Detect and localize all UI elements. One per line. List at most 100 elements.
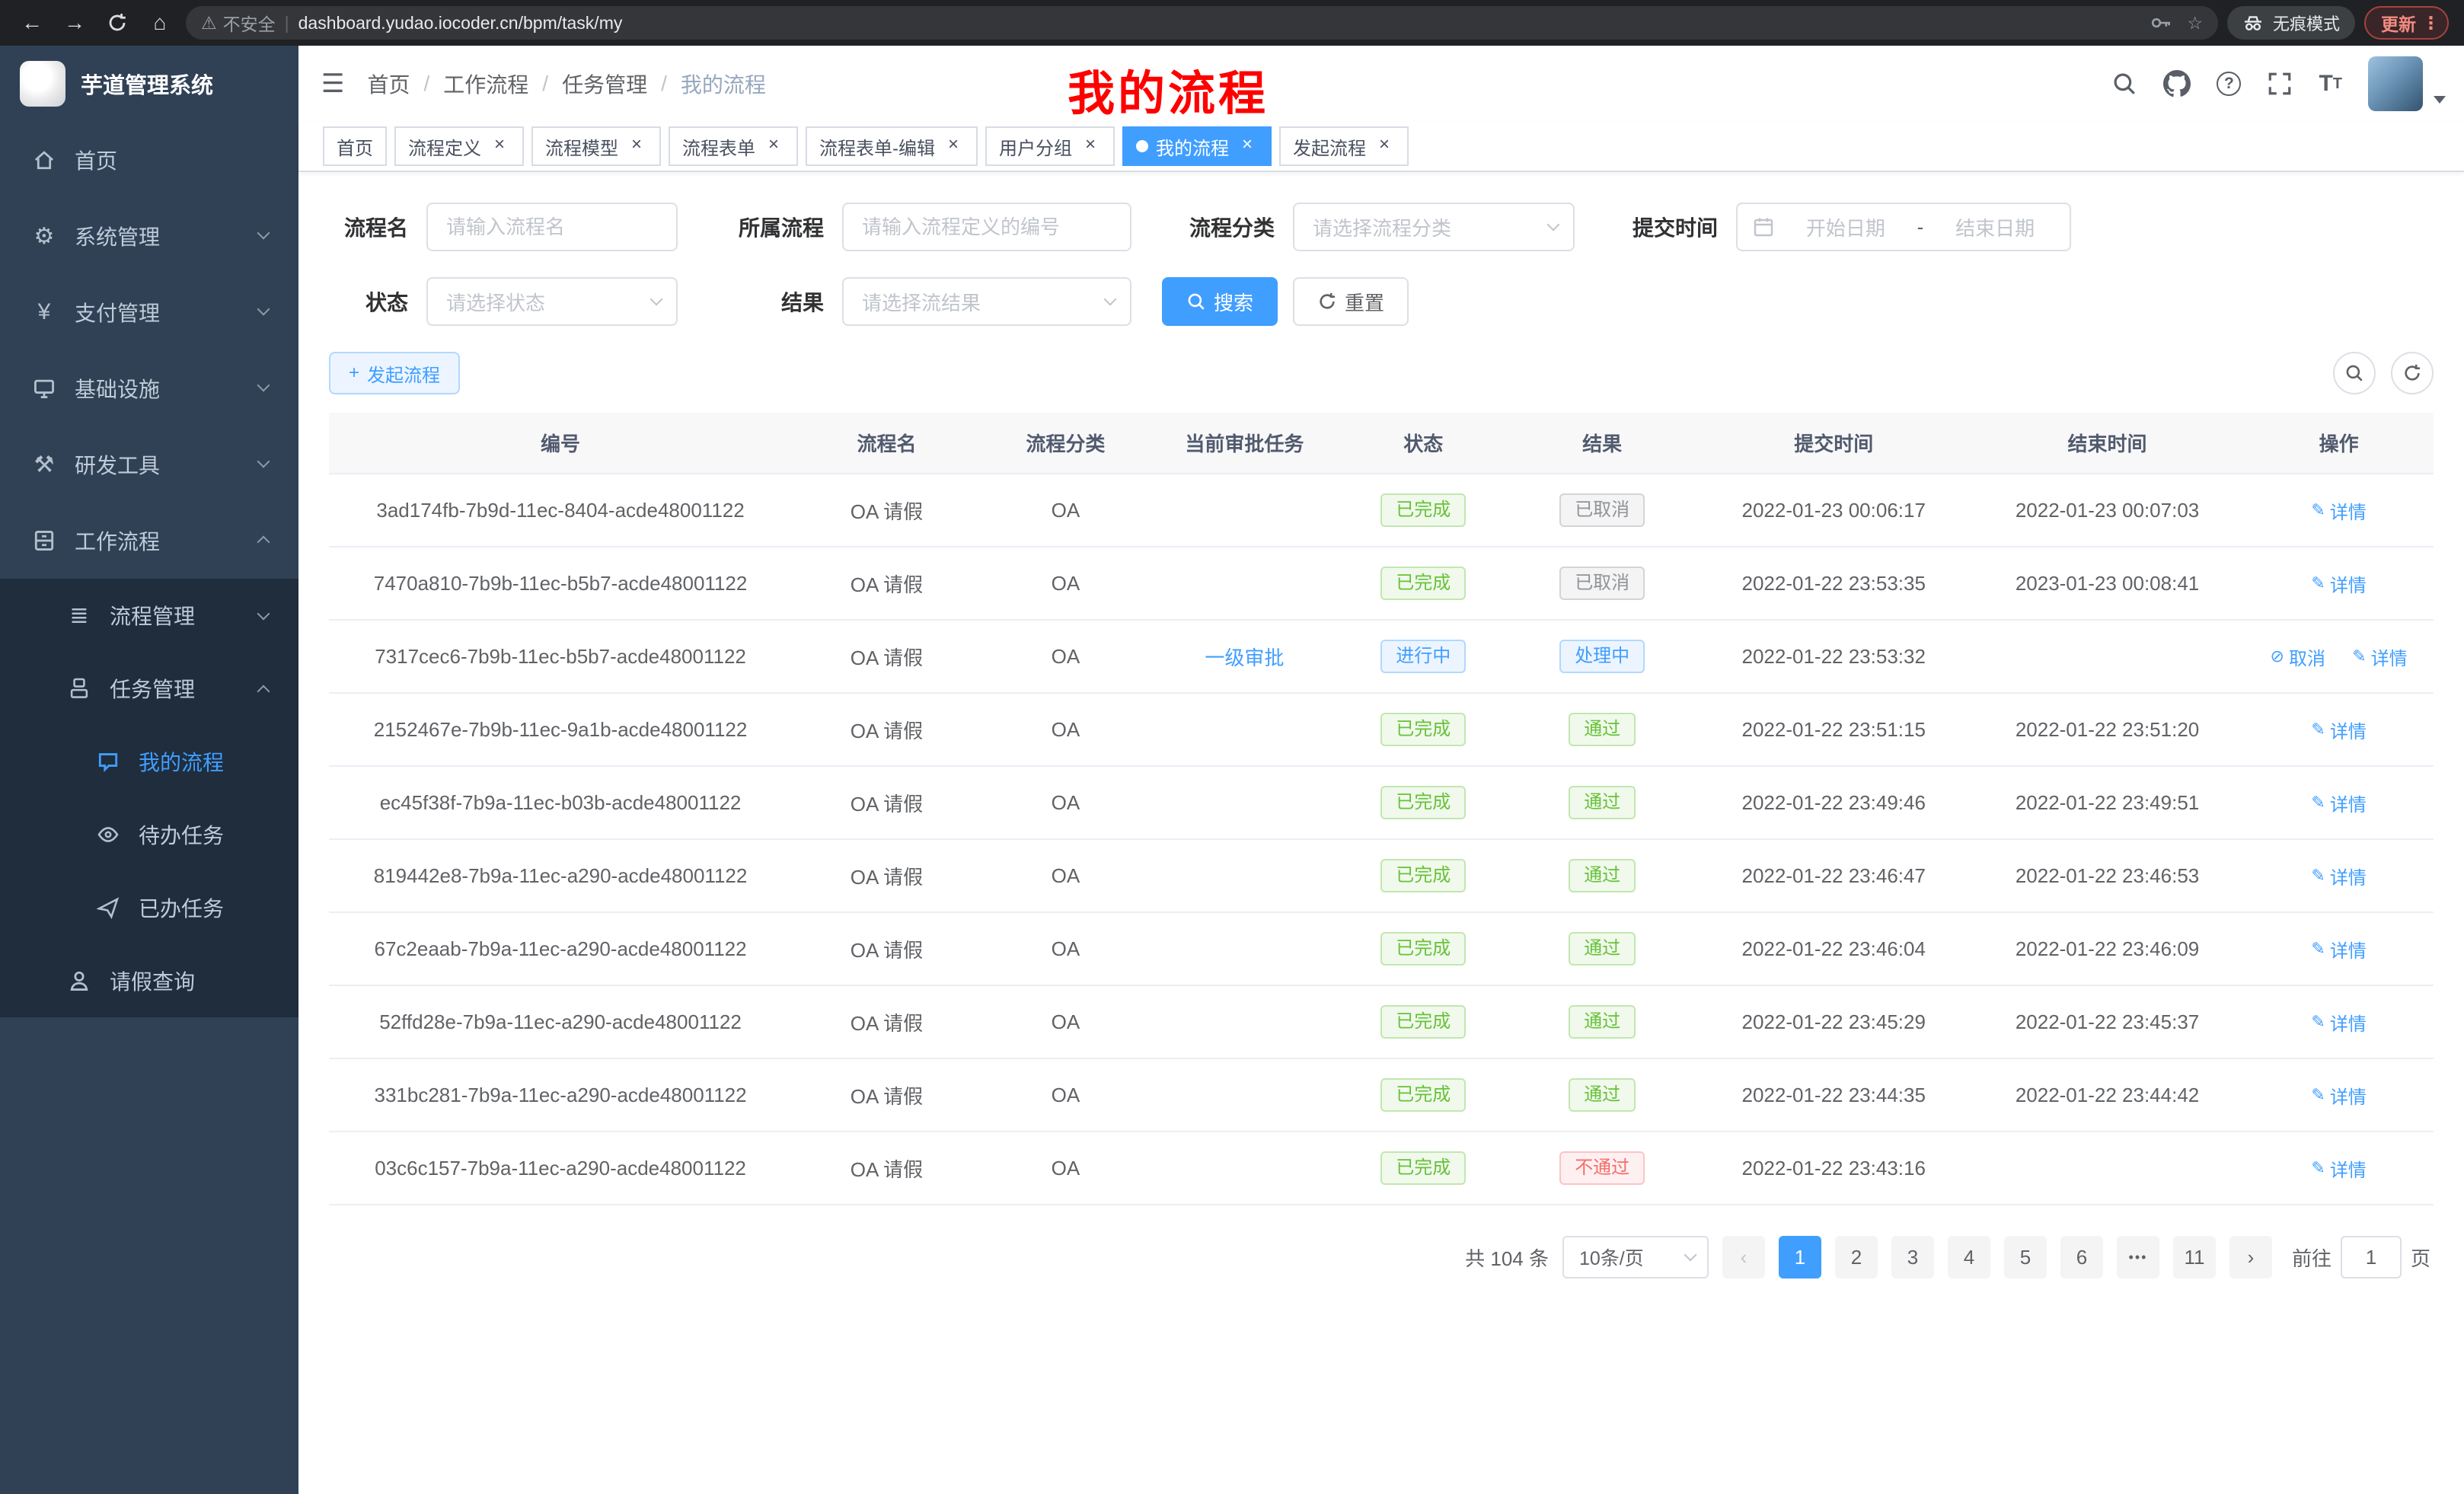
address-bar[interactable]: ⚠ 不安全 | dashboard.yudao.iocoder.cn/bpm/t…: [186, 6, 2218, 40]
cell-name: OA 请假: [792, 474, 981, 547]
current-task-link[interactable]: 一级审批: [1205, 646, 1284, 669]
tab-process-model[interactable]: 流程模型 ×: [531, 126, 661, 166]
start-date-placeholder[interactable]: 开始日期: [1786, 213, 1905, 241]
search-button[interactable]: 搜索: [1162, 277, 1278, 326]
security-warning[interactable]: ⚠ 不安全: [201, 10, 276, 36]
table-row: 7317cec6-7b9b-11ec-b5b7-acde48001122 OA …: [329, 620, 2434, 693]
browser-update-button[interactable]: 更新 ⋮: [2364, 6, 2449, 40]
cancel-link[interactable]: ⊘取消: [2271, 643, 2325, 670]
forward-icon[interactable]: →: [58, 6, 91, 40]
refresh-table-button[interactable]: [2391, 352, 2434, 394]
fullscreen-icon[interactable]: [2267, 71, 2293, 97]
tab-process-form-edit[interactable]: 流程表单-编辑 ×: [806, 126, 978, 166]
detail-link[interactable]: ✎详情: [2311, 863, 2366, 889]
process-name-input[interactable]: [426, 203, 678, 251]
close-icon[interactable]: ×: [1374, 136, 1395, 157]
cell-id: 67c2eaab-7b9a-11ec-a290-acde48001122: [329, 912, 792, 985]
breadcrumb-home[interactable]: 首页: [367, 69, 410, 99]
detail-link[interactable]: ✎详情: [2311, 790, 2366, 816]
detail-link[interactable]: ✎详情: [2311, 1155, 2366, 1182]
cell-submit-time: 2022-01-23 00:06:17: [1697, 474, 1971, 547]
close-icon[interactable]: ×: [489, 136, 510, 157]
sidebar-item-pending-tasks[interactable]: 待办任务: [0, 798, 298, 871]
detail-link[interactable]: ✎详情: [2311, 1082, 2366, 1109]
category-select[interactable]: 请选择流程分类: [1293, 203, 1575, 251]
detail-link[interactable]: ✎详情: [2311, 1009, 2366, 1036]
cell-status: 已完成: [1339, 474, 1508, 547]
cell-name: OA 请假: [792, 620, 981, 693]
sidebar-item-devtools[interactable]: ⚒ 研发工具: [0, 426, 298, 503]
chevron-down-icon: [257, 379, 270, 392]
page-button-2[interactable]: 2: [1835, 1236, 1878, 1279]
search-icon[interactable]: [2111, 71, 2137, 97]
reset-button[interactable]: 重置: [1293, 277, 1409, 326]
breadcrumb-task-management[interactable]: 任务管理: [562, 69, 647, 99]
tab-process-form[interactable]: 流程表单 ×: [669, 126, 798, 166]
home-icon[interactable]: ⌂: [143, 6, 177, 40]
sidebar-item-infrastructure[interactable]: 基础设施: [0, 350, 298, 426]
close-icon[interactable]: ×: [943, 136, 964, 157]
goto-page-input[interactable]: [2341, 1236, 2402, 1279]
next-page-button[interactable]: ›: [2229, 1236, 2272, 1279]
page-size-select[interactable]: 10条/页: [1562, 1236, 1709, 1279]
key-icon[interactable]: [2150, 12, 2172, 34]
tab-process-definition[interactable]: 流程定义 ×: [394, 126, 524, 166]
status-select[interactable]: 请选择状态: [426, 277, 678, 326]
detail-link[interactable]: ✎详情: [2311, 936, 2366, 962]
page-button-3[interactable]: 3: [1891, 1236, 1934, 1279]
sidebar-item-done-tasks[interactable]: 已办任务: [0, 871, 298, 944]
close-icon[interactable]: ×: [626, 136, 647, 157]
user-avatar[interactable]: [2368, 56, 2423, 111]
sidebar-item-leave-query[interactable]: 请假查询: [0, 944, 298, 1017]
detail-link[interactable]: ✎详情: [2311, 497, 2366, 524]
prev-page-button[interactable]: ‹: [1722, 1236, 1765, 1279]
sidebar-item-workflow[interactable]: 工作流程: [0, 503, 298, 579]
tab-my-process[interactable]: 我的流程 ×: [1122, 126, 1272, 166]
chevron-down-icon: [257, 608, 270, 621]
avatar-caret-icon[interactable]: [2434, 96, 2446, 104]
breadcrumb-workflow[interactable]: 工作流程: [443, 69, 528, 99]
cell-category: OA: [981, 547, 1150, 620]
end-date-placeholder[interactable]: 结束日期: [1936, 213, 2054, 241]
detail-link[interactable]: ✎详情: [2311, 570, 2366, 597]
detail-link[interactable]: ✎详情: [2311, 717, 2366, 743]
back-icon[interactable]: ←: [15, 6, 49, 40]
sidebar-item-payment[interactable]: ¥ 支付管理: [0, 274, 298, 350]
kebab-menu-icon[interactable]: ⋮: [2422, 13, 2440, 34]
detail-link[interactable]: ✎详情: [2352, 643, 2407, 670]
more-pages-button[interactable]: •••: [2117, 1236, 2159, 1279]
close-icon[interactable]: ×: [1237, 136, 1258, 157]
menu-fold-icon[interactable]: ☰: [298, 69, 367, 99]
page-button-1[interactable]: 1: [1779, 1236, 1821, 1279]
cell-actions: ✎详情: [2244, 985, 2434, 1058]
close-icon[interactable]: ×: [1080, 136, 1101, 157]
sidebar-item-my-process[interactable]: 我的流程: [0, 725, 298, 798]
bookmark-star-icon[interactable]: ☆: [2187, 13, 2203, 34]
close-icon[interactable]: ×: [763, 136, 784, 157]
start-process-button[interactable]: + 发起流程: [329, 352, 460, 394]
result-select[interactable]: 请选择流结果: [842, 277, 1131, 326]
cell-status: 已完成: [1339, 839, 1508, 912]
font-size-icon[interactable]: TT: [2319, 71, 2342, 97]
tab-home[interactable]: 首页: [323, 126, 387, 166]
toggle-search-button[interactable]: [2333, 352, 2376, 394]
page-button-11[interactable]: 11: [2173, 1236, 2216, 1279]
submit-time-range-picker[interactable]: 开始日期 - 结束日期: [1736, 203, 2071, 251]
tab-start-process[interactable]: 发起流程 ×: [1279, 126, 1409, 166]
process-table: 编号 流程名 流程分类 当前审批任务 状态 结果 提交时间 结束时间 操作: [329, 413, 2434, 1205]
warning-icon: ⚠: [201, 13, 217, 34]
sidebar-item-system[interactable]: ⚙ 系统管理: [0, 198, 298, 274]
parent-process-input[interactable]: [842, 203, 1131, 251]
help-icon[interactable]: ?: [2217, 72, 2241, 96]
cell-result: 通过: [1508, 766, 1697, 839]
sidebar-item-task-management[interactable]: 任务管理: [0, 652, 298, 725]
sidebar-item-process-management[interactable]: ≣ 流程管理: [0, 579, 298, 652]
sidebar-item-home[interactable]: 首页: [0, 122, 298, 198]
tab-user-group[interactable]: 用户分组 ×: [985, 126, 1115, 166]
github-icon[interactable]: [2163, 70, 2191, 97]
page-button-6[interactable]: 6: [2060, 1236, 2103, 1279]
page-button-4[interactable]: 4: [1948, 1236, 1990, 1279]
cell-actions: ✎详情: [2244, 1132, 2434, 1205]
reload-icon[interactable]: [101, 6, 134, 40]
page-button-5[interactable]: 5: [2004, 1236, 2047, 1279]
